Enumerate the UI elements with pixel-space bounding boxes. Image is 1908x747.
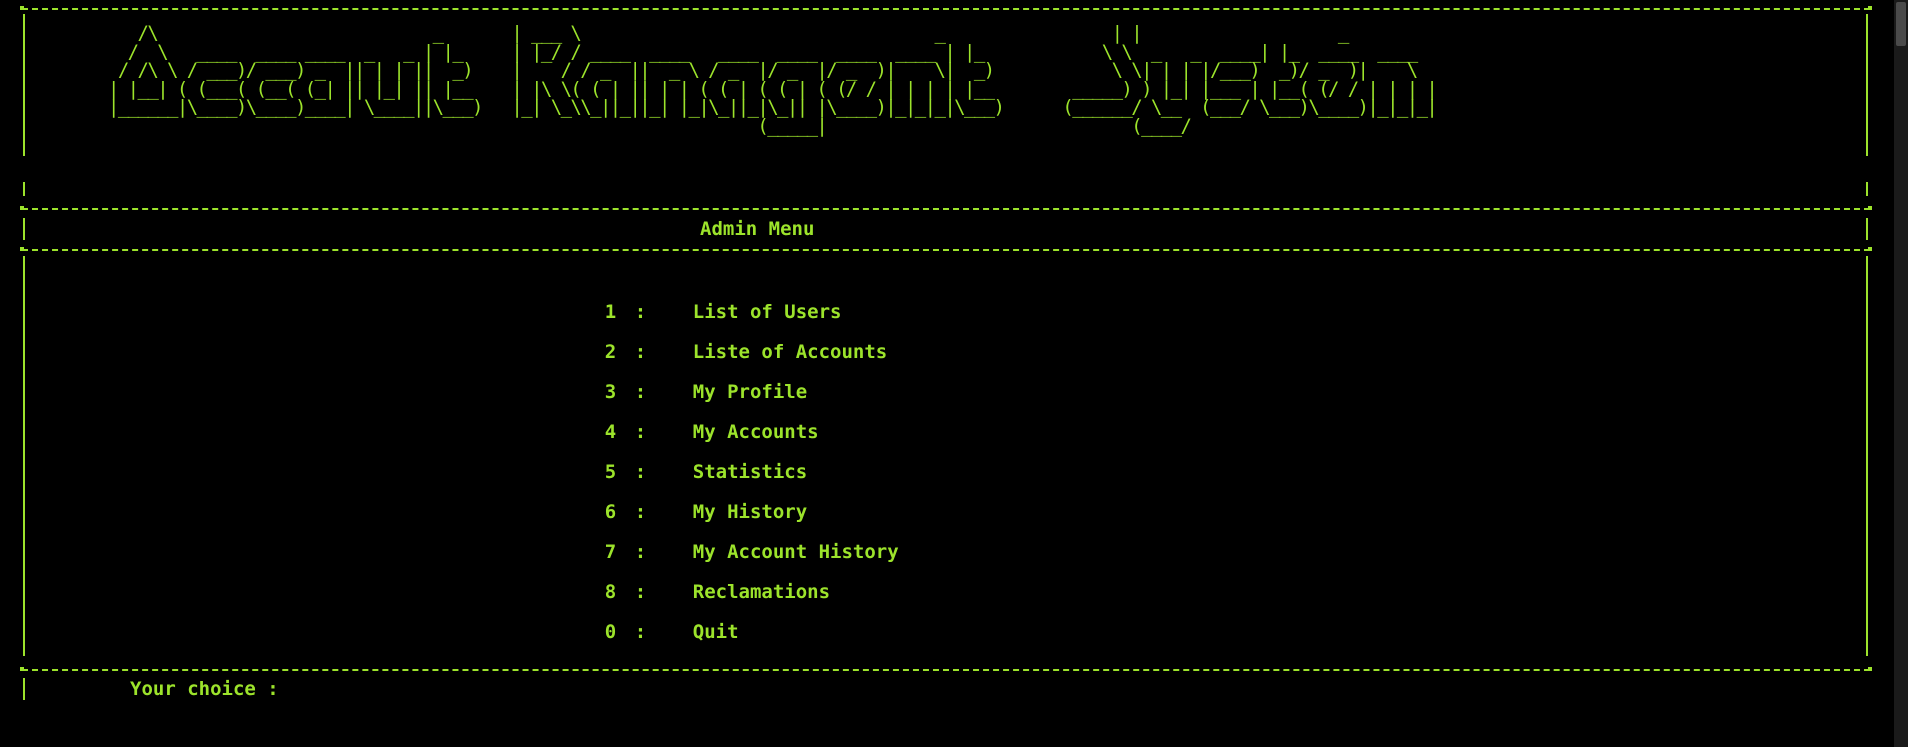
right-border-menu [1866,256,1868,656]
menu-item-key: 0 [604,621,617,643]
banner-divider [20,206,1872,210]
menu-item-separator: : [634,621,647,643]
right-border-banner [1866,14,1868,156]
left-border-menu [23,256,25,656]
title-divider [20,247,1872,251]
left-border-title [23,218,25,240]
right-border-gap [1866,182,1868,196]
left-border-gap [23,182,25,196]
menu-item-quit: 0: Quit [559,599,739,665]
right-border-title [1866,218,1868,240]
choice-prompt[interactable]: Your choice : [130,678,279,700]
bottom-border [20,667,1872,671]
left-border-banner [23,14,25,156]
ascii-banner-title: /\ _ | ___ \ _ | | _ / \ ____ ____ ____ … [108,22,1438,137]
scrollbar-thumb[interactable] [1896,2,1906,46]
scrollbar[interactable] [1894,0,1908,747]
terminal-window: /\ _ | ___ \ _ | | _ / \ ____ ____ ____ … [0,0,1908,747]
menu-title: Admin Menu [700,218,815,240]
left-border-prompt [23,678,25,700]
top-border [20,6,1872,10]
menu-item-label: Quit [692,621,739,643]
